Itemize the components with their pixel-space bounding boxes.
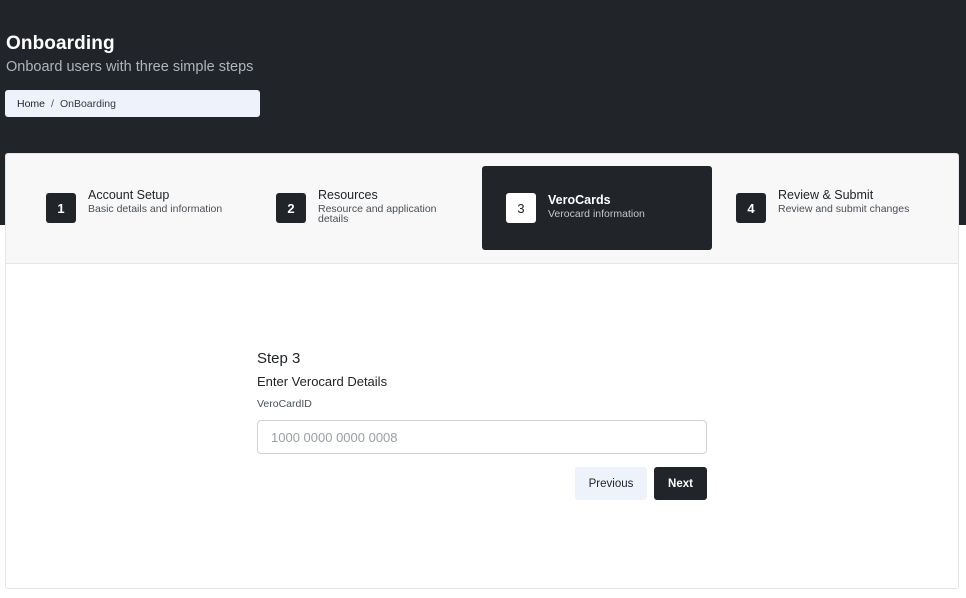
step-title: Account Setup [88, 188, 170, 202]
next-button[interactable]: Next [654, 467, 707, 500]
step-number: 4 [736, 193, 766, 223]
step-title: Resources [318, 188, 378, 202]
step-title: Review & Submit [778, 188, 874, 202]
previous-button[interactable]: Previous [575, 467, 647, 500]
breadcrumb-home-link[interactable]: Home [17, 98, 45, 110]
form-heading: Enter Verocard Details [257, 374, 388, 389]
step-resources[interactable]: 2 Resources Resource and application det… [252, 166, 482, 250]
breadcrumb-current: OnBoarding [59, 97, 116, 110]
verocard-form: Step 3 Enter Verocard Details VeroCardID… [257, 350, 707, 500]
verocard-id-input[interactable] [257, 420, 707, 454]
step-review-submit[interactable]: 4 Review & Submit Review and submit chan… [712, 166, 942, 250]
step-title: VeroCards [548, 193, 611, 207]
step-description: Verocard information [548, 208, 645, 220]
breadcrumb: Home / OnBoarding [5, 90, 260, 117]
step-account-setup[interactable]: 1 Account Setup Basic details and inform… [22, 166, 252, 250]
breadcrumb-separator: / [51, 97, 54, 110]
step-number: 3 [506, 193, 536, 223]
verocard-id-label: VeroCardID [257, 398, 312, 410]
page-subtitle: Onboard users with three simple steps [6, 59, 254, 75]
form-step-label: Step 3 [257, 350, 301, 367]
step-description: Basic details and information [88, 203, 223, 215]
step-description: Review and submit changes [778, 203, 910, 215]
page-title: Onboarding [6, 33, 115, 54]
stepper: 1 Account Setup Basic details and inform… [6, 154, 958, 264]
step-number: 1 [46, 193, 76, 223]
onboarding-card: 1 Account Setup Basic details and inform… [5, 153, 959, 589]
step-number: 2 [276, 193, 306, 223]
step-description: Resource and application details [318, 203, 437, 225]
step-verocards[interactable]: 3 VeroCards Verocard information [482, 166, 712, 250]
